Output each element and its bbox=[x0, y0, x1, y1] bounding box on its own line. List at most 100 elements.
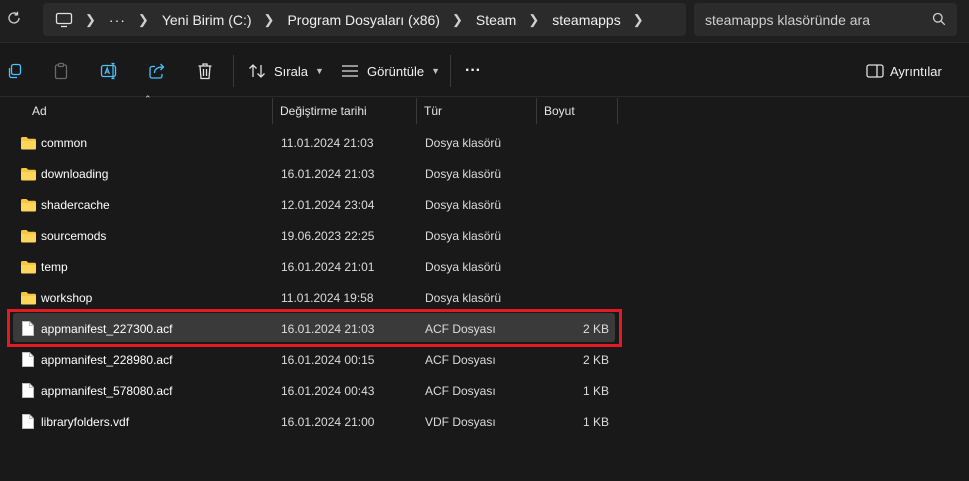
folder-icon bbox=[19, 165, 37, 183]
file-name-cell: appmanifest_578080.acf bbox=[19, 376, 172, 405]
file-row[interactable]: appmanifest_578080.acf 16.01.2024 00:43 AC… bbox=[13, 375, 615, 404]
delete-icon[interactable] bbox=[194, 60, 216, 82]
file-type: Dosya klasörü bbox=[425, 135, 502, 150]
search-input[interactable] bbox=[705, 11, 920, 28]
chevron-right-icon[interactable]: ❯ bbox=[633, 12, 644, 28]
file-type: ACF Dosyası bbox=[425, 352, 496, 367]
file-name: workshop bbox=[41, 290, 93, 305]
toolbar-divider bbox=[233, 55, 234, 87]
file-type: Dosya klasörü bbox=[425, 259, 502, 274]
file-icon bbox=[19, 382, 37, 400]
chevron-right-icon[interactable]: ❯ bbox=[264, 12, 275, 28]
file-row[interactable]: libraryfolders.vdf 16.01.2024 21:00 VDF Do… bbox=[13, 406, 615, 435]
file-name: libraryfolders.vdf bbox=[41, 414, 130, 429]
file-type: Dosya klasörü bbox=[425, 228, 502, 243]
folder-row[interactable]: workshop 11.01.2024 19:58 Dosya klasörü bbox=[13, 282, 615, 311]
folder-icon bbox=[19, 258, 37, 276]
file-name: temp bbox=[41, 259, 68, 274]
file-name-cell: appmanifest_228980.acf bbox=[19, 345, 172, 374]
view-label: Görüntüle bbox=[367, 63, 425, 79]
more-options-button[interactable]: ··· bbox=[465, 58, 481, 84]
folder-row[interactable]: temp 16.01.2024 21:01 Dosya klasörü bbox=[13, 251, 615, 280]
file-name-cell: libraryfolders.vdf bbox=[19, 407, 129, 436]
paste-icon[interactable] bbox=[50, 60, 72, 82]
address-bar-row: ❯ ··· ❯ Yeni Birim (C:) ❯ Program Dosyal… bbox=[0, 0, 969, 42]
folder-icon bbox=[19, 196, 37, 214]
file-icon bbox=[19, 351, 37, 369]
column-header-type[interactable]: Tür bbox=[417, 98, 537, 124]
sort-label: Sırala bbox=[274, 63, 308, 79]
folder-row[interactable]: common 11.01.2024 21:03 Dosya klasörü bbox=[13, 127, 615, 156]
file-type: ACF Dosyası bbox=[425, 383, 496, 398]
file-date: 16.01.2024 21:00 bbox=[281, 414, 375, 429]
file-date: 11.01.2024 19:58 bbox=[281, 290, 374, 305]
sort-button[interactable]: Sırala ▼ bbox=[248, 58, 324, 84]
breadcrumb-drive[interactable]: Yeni Birim (C:) bbox=[162, 3, 252, 36]
file-name-cell: shadercache bbox=[19, 190, 110, 219]
file-name: sourcemods bbox=[41, 228, 107, 243]
column-header-name[interactable]: Ad bbox=[25, 98, 273, 124]
toolbar-divider bbox=[450, 55, 451, 87]
file-name-cell: workshop bbox=[19, 283, 92, 312]
file-name: common bbox=[41, 135, 88, 150]
view-button[interactable]: Görüntüle ▼ bbox=[341, 58, 440, 84]
search-box[interactable] bbox=[694, 3, 957, 36]
file-date: 16.01.2024 00:43 bbox=[281, 383, 375, 398]
file-date: 16.01.2024 00:15 bbox=[281, 352, 375, 367]
file-name-cell: downloading bbox=[19, 159, 108, 188]
address-bar[interactable]: ❯ ··· ❯ Yeni Birim (C:) ❯ Program Dosyal… bbox=[43, 3, 686, 36]
file-date: 12.01.2024 23:04 bbox=[281, 197, 375, 212]
view-icon bbox=[341, 64, 359, 78]
column-name-label: Ad bbox=[32, 104, 47, 118]
highlight-box bbox=[7, 309, 622, 347]
file-size: 1 KB bbox=[582, 383, 609, 398]
column-header-date[interactable]: Değiştirme tarihi bbox=[273, 98, 417, 124]
details-pane-icon bbox=[866, 64, 884, 78]
folder-row[interactable]: sourcemods 19.06.2023 22:25 Dosya klasörü bbox=[13, 220, 615, 249]
file-date: 16.01.2024 21:01 bbox=[281, 259, 375, 274]
chevron-down-icon: ▼ bbox=[314, 66, 324, 76]
column-type-label: Tür bbox=[424, 104, 442, 118]
folder-row[interactable]: shadercache 12.01.2024 23:04 Dosya klasörü bbox=[13, 189, 615, 218]
chevron-right-icon[interactable]: ❯ bbox=[85, 12, 96, 28]
file-name-cell: common bbox=[19, 128, 87, 157]
file-row[interactable]: appmanifest_228980.acf 16.01.2024 00:15 AC… bbox=[13, 344, 615, 373]
computer-icon[interactable] bbox=[55, 12, 73, 28]
refresh-icon[interactable] bbox=[3, 7, 25, 29]
breadcrumb-steam[interactable]: Steam bbox=[476, 3, 516, 36]
chevron-right-icon[interactable]: ❯ bbox=[528, 12, 539, 28]
folder-row[interactable]: downloading 16.01.2024 21:03 Dosya klasörü bbox=[13, 158, 615, 187]
copy-icon[interactable] bbox=[4, 60, 26, 82]
file-type: Dosya klasörü bbox=[425, 197, 502, 212]
column-date-label: Değiştirme tarihi bbox=[280, 104, 367, 118]
column-header-size[interactable]: Boyut bbox=[537, 98, 618, 124]
file-size: 2 KB bbox=[582, 352, 609, 367]
chevron-right-icon[interactable]: ❯ bbox=[138, 12, 149, 28]
details-pane-button[interactable]: Ayrıntılar bbox=[866, 58, 942, 84]
file-name: downloading bbox=[41, 166, 109, 181]
overflow-crumb[interactable]: ··· bbox=[109, 3, 126, 36]
file-name-cell: temp bbox=[19, 252, 68, 281]
chevron-down-icon: ▼ bbox=[431, 66, 441, 76]
column-size-label: Boyut bbox=[544, 104, 575, 118]
rename-icon[interactable] bbox=[99, 60, 121, 82]
file-type: Dosya klasörü bbox=[425, 166, 502, 181]
file-type: Dosya klasörü bbox=[425, 290, 502, 305]
file-type: VDF Dosyası bbox=[425, 414, 496, 429]
breadcrumb-program-files[interactable]: Program Dosyaları (x86) bbox=[287, 3, 440, 36]
details-label: Ayrıntılar bbox=[890, 63, 942, 79]
chevron-right-icon[interactable]: ❯ bbox=[452, 12, 463, 28]
command-bar: Sırala ▼ Görüntüle ▼ ··· Ayrıntılar bbox=[0, 42, 969, 97]
file-size: 1 KB bbox=[582, 414, 609, 429]
search-icon[interactable] bbox=[932, 12, 946, 29]
file-name: appmanifest_228980.acf bbox=[41, 352, 173, 367]
folder-icon bbox=[19, 289, 37, 307]
file-list: ⌃ Ad Değiştirme tarihi Tür Boyut common 1… bbox=[0, 94, 969, 481]
folder-icon bbox=[19, 134, 37, 152]
column-header-row: ⌃ Ad Değiştirme tarihi Tür Boyut bbox=[0, 94, 969, 124]
file-date: 11.01.2024 21:03 bbox=[281, 135, 374, 150]
breadcrumb-steamapps[interactable]: steamapps bbox=[552, 3, 620, 36]
share-icon[interactable] bbox=[146, 60, 168, 82]
sort-icon bbox=[248, 63, 266, 79]
file-name-cell: sourcemods bbox=[19, 221, 106, 250]
